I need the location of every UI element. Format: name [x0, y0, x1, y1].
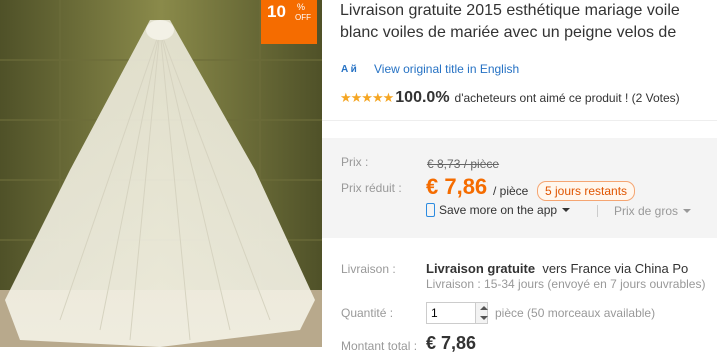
free-shipping: Livraison gratuite: [426, 261, 536, 276]
rating-stars-icon: ★★★★★: [340, 90, 394, 105]
view-original-link[interactable]: View original title in English: [374, 62, 519, 76]
discount-value: 10: [267, 2, 286, 21]
quantity-available: pièce (50 morceaux available): [495, 306, 656, 320]
current-price: € 7,86: [426, 174, 488, 199]
shipping-label: Livraison :: [341, 262, 396, 276]
view-original-title[interactable]: A й View original title in English: [341, 60, 519, 78]
quantity-input[interactable]: [427, 303, 475, 323]
product-title: Livraison gratuite 2015 esthétique maria…: [340, 0, 680, 44]
old-price: € 8,73 / pièce: [427, 157, 500, 171]
shipping-info: Livraison gratuite vers France via China…: [426, 261, 688, 276]
title-line-2: blanc voiles de mariée avec un peigne ve…: [340, 24, 677, 41]
rating-text: d'acheteurs ont aimé ce produit ! (2 Vot…: [454, 91, 680, 105]
total-price: € 7,86: [426, 333, 477, 353]
phone-icon: [426, 203, 435, 217]
shipping-detail: Livraison : 15-34 jours (envoyé en 7 jou…: [426, 277, 706, 291]
product-image[interactable]: [0, 0, 322, 347]
rating-percent: 100.0%: [395, 89, 450, 106]
quantity-stepper[interactable]: [426, 302, 488, 324]
days-left-badge: 5 jours restants: [537, 181, 636, 201]
app-savings-dropdown[interactable]: Save more on the app: [426, 203, 571, 217]
increment-button[interactable]: [476, 303, 488, 313]
chevron-down-icon: [683, 209, 692, 213]
stepper-buttons[interactable]: [475, 303, 488, 323]
title-line-1: Livraison gratuite 2015 esthétique maria…: [340, 2, 680, 19]
shipping-destination[interactable]: vers France via China Po: [542, 261, 688, 276]
rating-row: ★★★★★ 100.0% d'acheteurs ont aimé ce pro…: [340, 89, 680, 107]
price-label: Prix :: [341, 155, 369, 169]
quantity-label: Quantité :: [341, 306, 394, 320]
app-savings-label: Save more on the app: [439, 203, 558, 217]
decrement-button[interactable]: [476, 313, 488, 323]
total-label: Montant total :: [341, 339, 418, 353]
discount-percent-sign: %: [297, 2, 306, 12]
discount-off-label: OFF: [295, 13, 311, 22]
translate-icon: A й: [341, 63, 357, 75]
divider-vertical: [597, 205, 598, 217]
chevron-down-icon: [562, 208, 571, 212]
discount-badge: 10 % OFF: [261, 0, 317, 44]
divider: [322, 120, 717, 121]
price-unit: / pièce: [493, 184, 529, 198]
wholesale-label: Prix de gros: [614, 204, 679, 218]
wholesale-price-dropdown[interactable]: Prix de gros: [614, 204, 692, 218]
discount-price-label: Prix réduit :: [341, 181, 402, 195]
